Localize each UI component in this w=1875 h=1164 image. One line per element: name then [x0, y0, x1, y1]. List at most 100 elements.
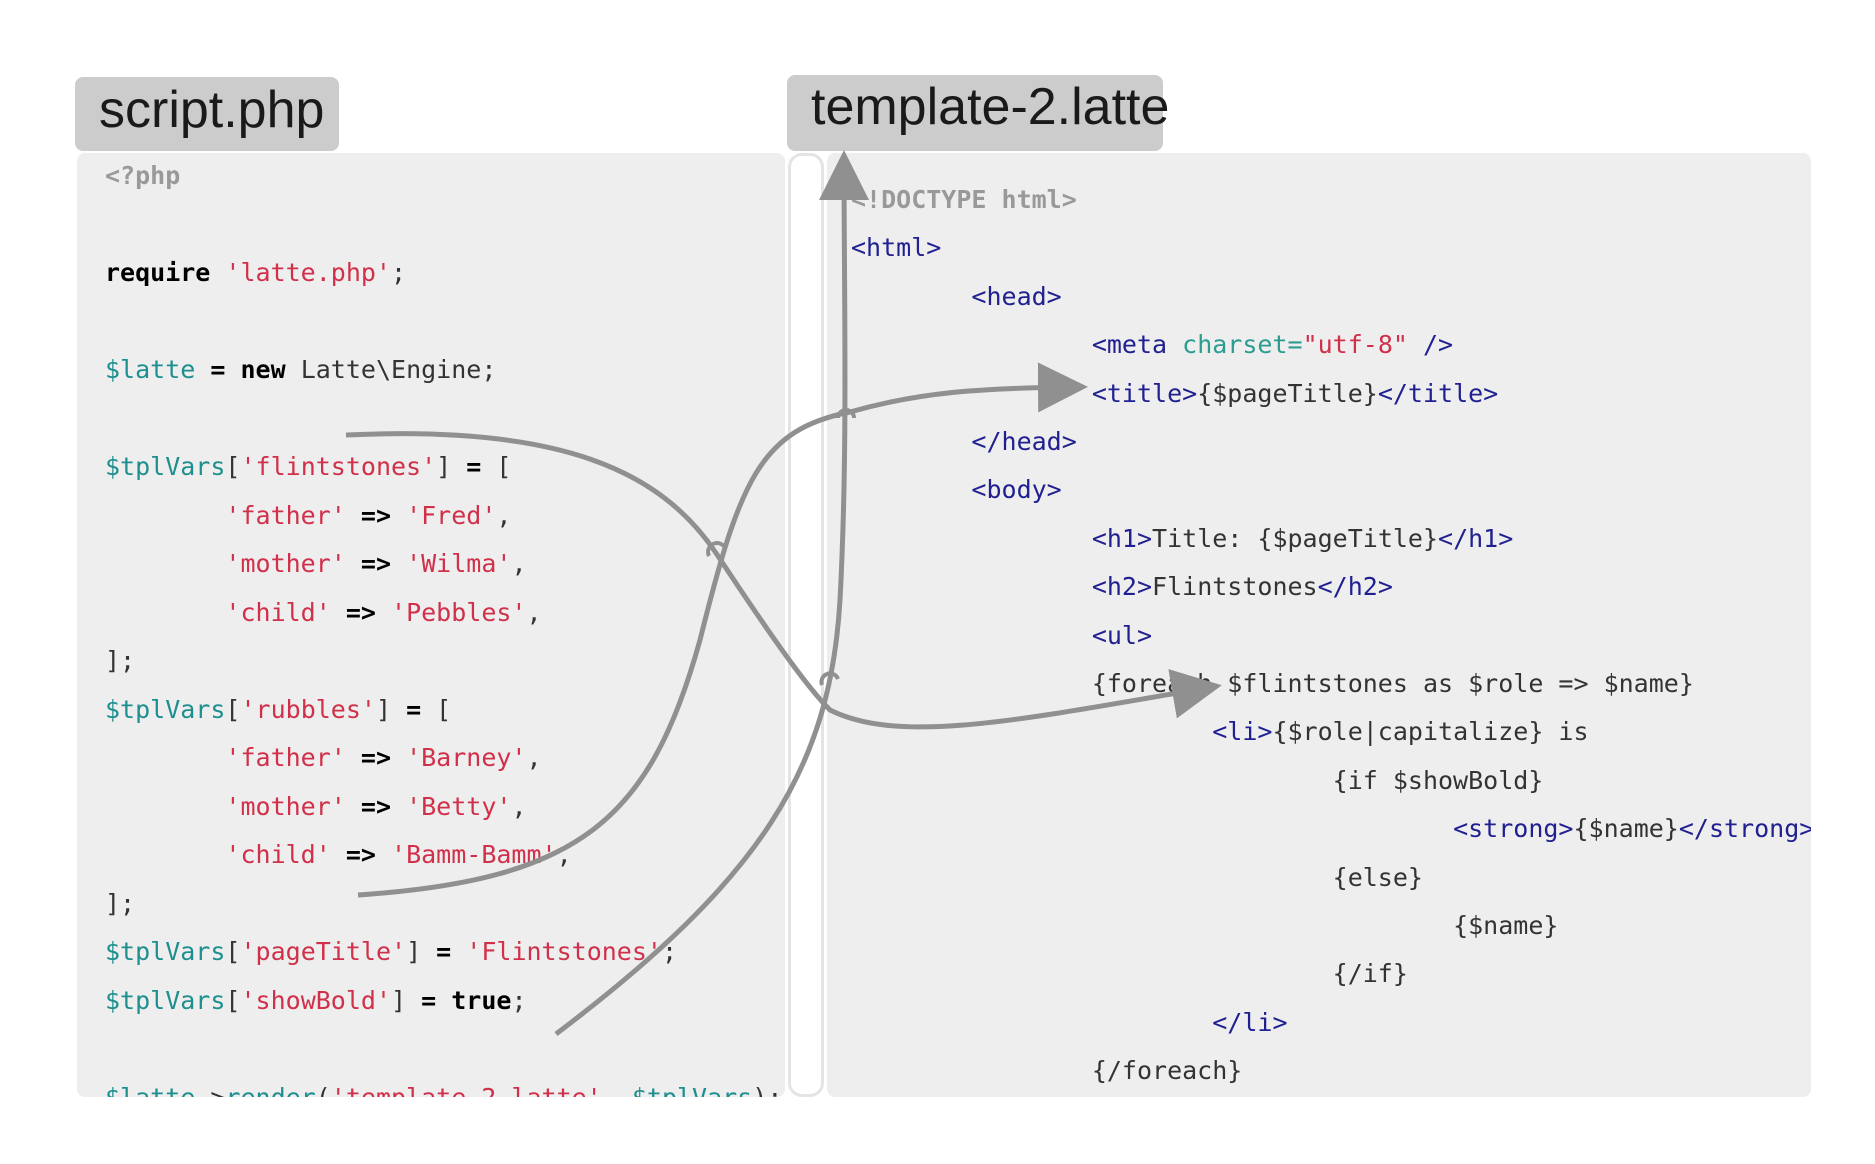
- code-token: {/if}: [1332, 959, 1408, 989]
- vertical-scrollbar[interactable]: [788, 153, 824, 1097]
- code-token: [: [225, 452, 241, 481]
- code-token: $tplVars: [631, 1082, 753, 1098]
- latte-code-line: </li>: [851, 1007, 1288, 1038]
- code-token: ,: [601, 1082, 632, 1098]
- code-token: ,: [511, 549, 527, 578]
- code-token: =>: [345, 840, 376, 869]
- latte-code-line: {foreach $flintstones as $role => $name}: [851, 669, 1694, 699]
- code-token: 'father': [225, 743, 346, 772]
- code-token: <body>: [971, 475, 1062, 505]
- php-code-line: $tplVars['rubbles'] = [: [105, 695, 451, 725]
- code-token: (: [315, 1082, 331, 1098]
- code-token: =: [436, 937, 452, 966]
- code-token: [: [225, 985, 241, 1015]
- code-token: "utf-8": [1302, 330, 1408, 360]
- code-token: <head>: [971, 281, 1062, 311]
- code-token: 'Bamm-Bamm': [391, 840, 557, 869]
- code-token: <strong>: [1453, 814, 1574, 844]
- code-token: 'template-2.latte': [330, 1082, 602, 1098]
- php-code-line: $latte = new Latte\Engine;: [105, 355, 496, 385]
- tab-template-latte[interactable]: template-2.latte: [787, 75, 1169, 151]
- code-token: {$name}: [1453, 911, 1559, 940]
- code-token: <html>: [851, 233, 942, 263]
- code-token: </li>: [1212, 1007, 1288, 1037]
- php-code-line: 'mother' => 'Betty',: [105, 791, 526, 822]
- code-token: </head>: [971, 427, 1077, 456]
- code-token: {foreach $flintstones as $role => $name}: [1091, 669, 1694, 698]
- latte-code-line: {$name}: [851, 911, 1558, 941]
- code-token: ,: [556, 840, 572, 869]
- code-token: 'father': [225, 500, 346, 530]
- code-token: <h1>: [1091, 523, 1153, 553]
- php-code-line: ];: [105, 646, 135, 676]
- code-token: [: [481, 452, 512, 481]
- code-token: =: [406, 694, 422, 724]
- code-token: $latte: [105, 1082, 196, 1098]
- php-code-line: $tplVars['flintstones'] = [: [105, 452, 511, 482]
- code-token: <meta: [1091, 330, 1168, 360]
- code-token: 'flintstones': [240, 452, 437, 481]
- latte-code-line: <body>: [851, 475, 1062, 505]
- tab-script-php[interactable]: script.php: [75, 77, 339, 151]
- code-token: =>: [360, 500, 392, 530]
- code-token: </h1>: [1438, 523, 1514, 553]
- code-token: $latte: [105, 355, 196, 384]
- php-code-line: 'child' => 'Pebbles',: [105, 597, 542, 628]
- code-token: ]: [391, 985, 422, 1015]
- code-token: <title>: [1091, 378, 1198, 408]
- code-token: $tplVars: [105, 694, 226, 724]
- code-token: {$name}: [1573, 814, 1679, 844]
- latte-code-line: <title>{$pageTitle}</title>: [851, 379, 1498, 409]
- code-token: =: [466, 452, 482, 481]
- php-code-line: ];: [105, 889, 135, 919]
- code-token: 'mother': [225, 791, 346, 821]
- code-token: </title>: [1377, 378, 1499, 408]
- latte-code-line: {else}: [851, 863, 1423, 893]
- code-token: {/foreach}: [1091, 1056, 1243, 1086]
- code-token: ;: [391, 258, 407, 287]
- code-token: Title: {$pageTitle}: [1152, 523, 1439, 553]
- code-token: =>: [360, 549, 392, 578]
- code-token: );: [752, 1082, 783, 1098]
- latte-code-line: <h1>Title: {$pageTitle}</h1>: [851, 524, 1513, 554]
- code-token: =: [210, 355, 226, 384]
- php-code-line: 'mother' => 'Wilma',: [105, 549, 527, 579]
- latte-code-line: <html>: [851, 233, 941, 263]
- code-token: =>: [360, 791, 392, 821]
- code-token: {else}: [1332, 862, 1423, 892]
- code-token: true: [451, 985, 512, 1015]
- code-token: ,: [526, 597, 542, 627]
- php-code-line: $latte->render('template-2.latte', $tplV…: [105, 1083, 782, 1098]
- code-token: Latte\Engine;: [285, 355, 497, 384]
- code-token: </strong>: [1678, 814, 1811, 844]
- latte-code-line: <h2>Flintstones</h2>: [851, 572, 1393, 602]
- code-token: =: [421, 985, 437, 1015]
- code-token: 'Fred': [406, 500, 497, 530]
- latte-code-line: <!DOCTYPE html>: [851, 185, 1077, 215]
- code-token: =>: [345, 597, 376, 627]
- latte-code-line: {/foreach}: [851, 1056, 1243, 1086]
- code-token: [: [225, 694, 241, 724]
- latte-code-line: {/if}: [851, 959, 1408, 989]
- latte-code-line: <head>: [851, 281, 1062, 312]
